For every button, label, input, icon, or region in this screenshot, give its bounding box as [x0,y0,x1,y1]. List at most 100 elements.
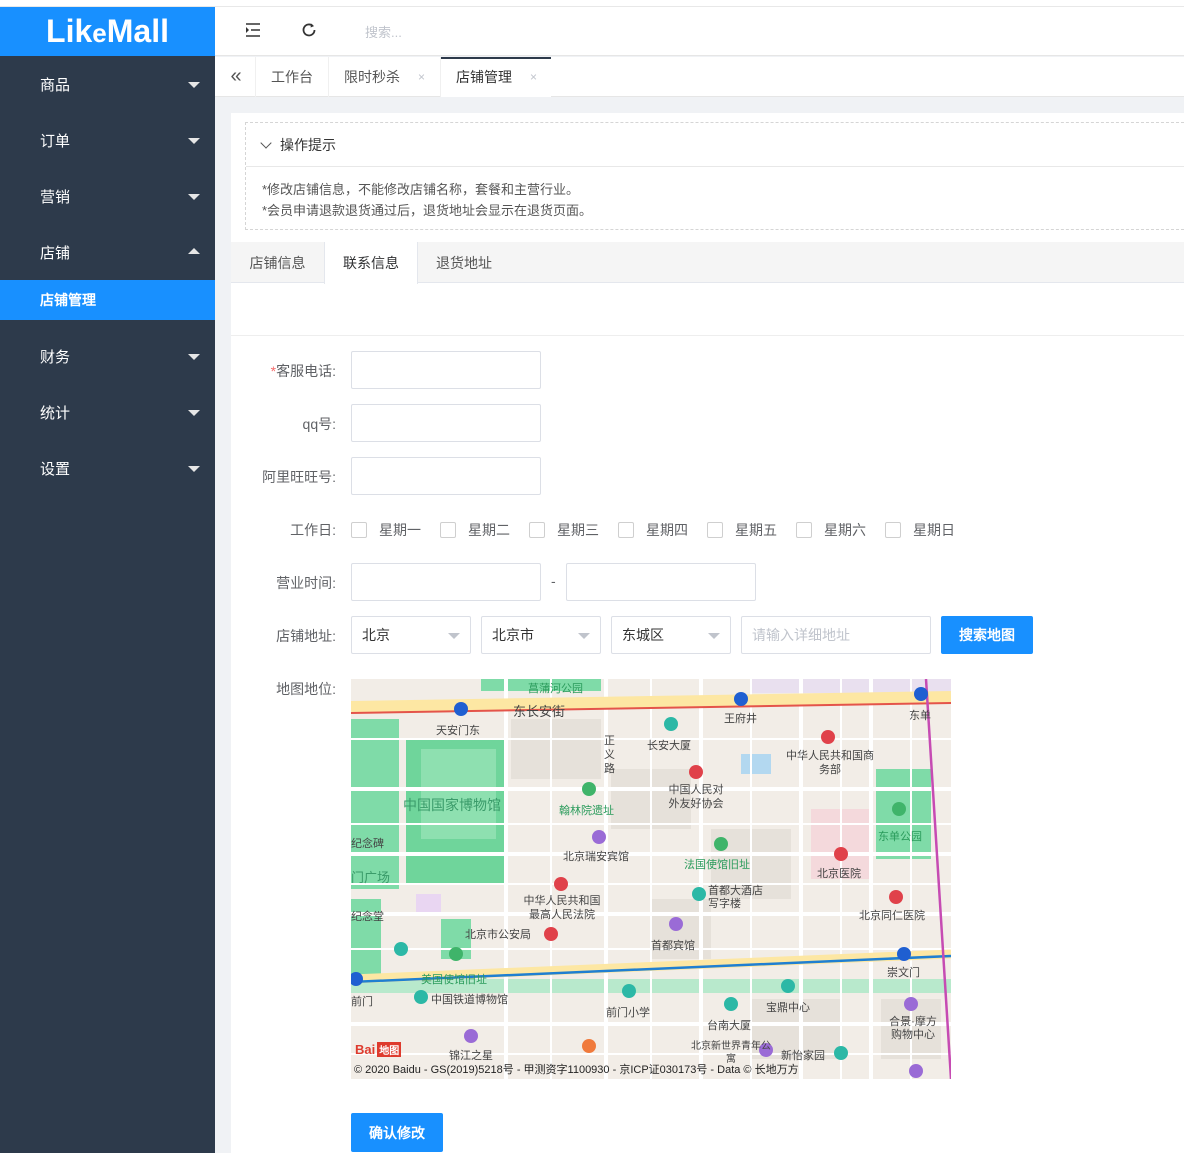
map-place-label: 前门 [351,996,373,1008]
workday-checkbox-sun[interactable]: 星期日 [885,520,955,540]
map-place-label: 门广场 [351,870,391,885]
address-label: 店铺地址: [276,628,336,644]
province-select[interactable]: 北京 [351,616,471,654]
map[interactable]: 菖蒲河公园 东长安街 天安门东 王府井 东单 长安大厦 正义路 中华人民共和国商… [351,679,951,1079]
sidebar-menu: 商品 订单 营销 店铺 店铺管理 财务 统计 设置 [0,56,215,496]
workday-checkbox-wed[interactable]: 星期三 [529,520,599,540]
search-input[interactable] [365,21,505,43]
page-tab-dashboard[interactable]: 工作台 [255,57,328,97]
map-place-label: 东单 [909,710,931,722]
map-copyright: © 2020 Baidu - GS(2019)5218号 - 甲测资字11009… [354,1064,799,1076]
tips-line: *会员申请退款退货通过后，退货地址会显示在退货页面。 [262,203,593,218]
map-place-label: 崇文门 [887,967,920,979]
sidebar-item-label: 统计 [40,404,71,422]
map-place-label: 前门小学 [606,1007,650,1019]
checkbox-box[interactable] [707,522,723,538]
sidebar-subitem-store-manage[interactable]: 店铺管理 [0,280,215,320]
address-detail-input[interactable] [741,616,931,654]
sidebar-item-settings[interactable]: 设置 [0,440,215,496]
checkbox-label: 星期五 [735,522,777,538]
workday-checkbox-tue[interactable]: 星期二 [440,520,510,540]
checkbox-label: 星期二 [468,522,510,538]
map-place-label: 纪念堂 [351,911,384,923]
refresh-icon[interactable] [299,21,319,41]
hours-start-input[interactable] [351,563,541,601]
wangwang-input[interactable] [351,457,541,495]
sidebar-item-orders[interactable]: 订单 [0,112,215,168]
map-place-label: 美国使馆旧址 [421,974,487,986]
caret-down-icon [578,633,590,639]
page-tab-store-manage[interactable]: 店铺管理 × [440,57,551,97]
checkbox-label: 星期一 [379,522,421,538]
district-select[interactable]: 东城区 [611,616,731,654]
workday-checkbox-sat[interactable]: 星期六 [796,520,866,540]
map-place-label: 北京同仁医院 [859,910,925,922]
city-value: 北京市 [492,627,534,643]
sidebar-item-label: 营销 [40,188,71,206]
tab-contact-info[interactable]: 联系信息 [324,242,418,284]
map-place-label: 法国使馆旧址 [684,859,750,871]
map-place-label: 东单公园 [878,831,922,843]
map-place-label: 菖蒲河公园 [528,683,583,695]
map-place-label: 东长安街 [513,704,566,719]
refresh-svg [302,23,316,37]
page-tab-flash-sale[interactable]: 限时秒杀 × [328,57,440,97]
tips-header[interactable]: 操作提示 [246,123,1184,167]
tab-store-info[interactable]: 店铺信息 [231,242,324,283]
search-map-button[interactable]: 搜索地图 [941,616,1033,654]
workdays-label: 工作日: [290,522,336,538]
logo-tail: Mall [106,13,169,49]
checkbox-box[interactable] [351,522,367,538]
workday-checkbox-thu[interactable]: 星期四 [618,520,688,540]
sidebar-item-label: 店铺 [40,244,71,262]
logo[interactable]: Lik e Mall [0,7,215,56]
tips-title: 操作提示 [280,136,336,153]
close-icon[interactable]: × [530,70,537,84]
hours-separator: - [551,573,556,589]
hours-end-input[interactable] [566,563,756,601]
checkbox-box[interactable] [529,522,545,538]
checkbox-label: 星期六 [824,522,866,538]
close-icon[interactable]: × [418,70,425,84]
checkbox-box[interactable] [440,522,456,538]
menu-fold-icon[interactable] [243,21,263,41]
sidebar-item-label: 设置 [40,460,71,478]
caret-down-icon [448,633,460,639]
sidebar-item-label: 订单 [40,132,71,150]
sidebar-item-label: 财务 [40,348,71,366]
double-chevron-left-icon[interactable]: « [225,65,247,87]
tab-return-address[interactable]: 退货地址 [418,242,510,283]
confirm-edit-button[interactable]: 确认修改 [351,1113,443,1152]
checkbox-box[interactable] [618,522,634,538]
tab-label: 联系信息 [343,255,399,271]
baidu-logo-text: Bai [355,1042,376,1057]
checkbox-box[interactable] [796,522,812,538]
phone-label: *客服电话: [231,361,336,381]
sidebar-item-store[interactable]: 店铺 [0,224,215,280]
sidebar-item-stats[interactable]: 统计 [0,384,215,440]
chevron-down-icon [260,136,272,149]
map-place-label: 中国国家博物馆 [403,797,501,813]
sidebar-item-label: 商品 [40,76,71,94]
checkbox-label: 星期三 [557,522,599,538]
city-select[interactable]: 北京市 [481,616,601,654]
qq-input[interactable] [351,404,541,442]
sidebar-item-finance[interactable]: 财务 [0,328,215,384]
checkbox-box[interactable] [885,522,901,538]
map-place-label: 长安大厦 [647,740,691,752]
baidu-logo-tag: 地图 [377,1042,402,1057]
qq-label: qq号: [302,416,336,432]
topbar [215,7,1184,56]
map-place-label: 纪念碑 [351,838,384,850]
workday-checkbox-fri[interactable]: 星期五 [707,520,777,540]
map-place-label: 北京市公安局 [465,929,531,941]
caret-down-icon [188,466,200,472]
sidebar-item-marketing[interactable]: 营销 [0,168,215,224]
caret-down-icon [188,410,200,416]
phone-input[interactable] [351,351,541,389]
map-place-label: 中国人民对外友好协会 [668,784,724,810]
sidebar-item-goods[interactable]: 商品 [0,56,215,112]
checkbox-label: 星期日 [913,522,955,538]
workday-checkbox-mon[interactable]: 星期一 [351,520,421,540]
map-place-label: 北京瑞安宾馆 [563,851,629,863]
